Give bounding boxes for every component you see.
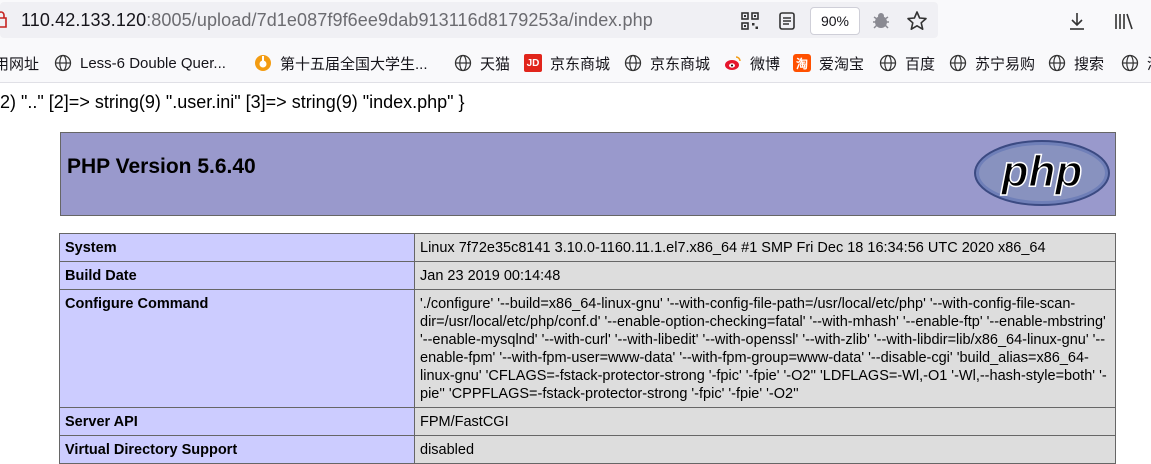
- globe-icon: [949, 54, 967, 72]
- bookmark-item[interactable]: 天猫: [454, 52, 510, 74]
- bookmark-item[interactable]: 百度: [879, 52, 935, 74]
- row-value: FPM/FastCGI: [414, 407, 1116, 436]
- toolbar: 110.42.133.120:8005/upload/7d1e087f9f6ee…: [0, 0, 1151, 42]
- bookmark-label: 微博: [750, 55, 781, 73]
- bookmark-label: 爱淘宝: [819, 55, 865, 73]
- table-row: System Linux 7f72e35c8141 3.10.0-1160.11…: [59, 233, 1116, 262]
- php-logo: php: [973, 139, 1111, 207]
- row-value: disabled: [414, 435, 1116, 464]
- table-row: Virtual Directory Support disabled: [59, 435, 1116, 464]
- url-host: 110.42.133.120: [21, 10, 147, 30]
- bookmarks-bar: 用网址 Less-6 Double Quer... 第十五届全国大学生... 天…: [0, 42, 1151, 83]
- bookmark-item[interactable]: 用网址: [0, 52, 39, 74]
- bug-icon[interactable]: [869, 9, 893, 33]
- bookmark-label: Less-6 Double Quer...: [80, 54, 226, 72]
- bookmark-label: 天猫: [480, 55, 511, 73]
- globe-icon: [1048, 54, 1066, 72]
- bookmark-item[interactable]: 搜索: [1048, 52, 1104, 74]
- row-key: Build Date: [59, 261, 415, 290]
- weibo-icon: [724, 54, 742, 72]
- bookmark-item[interactable]: 苏宁易购: [949, 52, 1035, 74]
- globe-icon: [454, 54, 472, 72]
- table-row: Configure Command './configure' '--build…: [59, 289, 1116, 408]
- zoom-level-button[interactable]: 90%: [810, 7, 860, 35]
- bookmark-label: 京东商城: [550, 55, 611, 73]
- globe-icon: [1121, 54, 1139, 72]
- globe-icon: [624, 54, 642, 72]
- row-key: Configure Command: [59, 289, 415, 408]
- page-title: PHP Version 5.6.40: [67, 155, 256, 178]
- taobao-icon: 淘: [793, 54, 811, 72]
- phpinfo-table: System Linux 7f72e35c8141 3.10.0-1160.11…: [59, 233, 1116, 464]
- row-key: Server API: [59, 407, 415, 436]
- globe-icon: [879, 54, 897, 72]
- row-key: System: [59, 233, 415, 262]
- table-row: Server API FPM/FastCGI: [59, 407, 1116, 436]
- orange-logo-icon: [254, 54, 272, 72]
- star-icon[interactable]: [905, 9, 929, 33]
- globe-icon: [54, 54, 72, 72]
- bookmark-item[interactable]: 淘 爱淘宝: [793, 52, 864, 74]
- bookmark-item[interactable]: 微博: [724, 52, 780, 74]
- row-key: Virtual Directory Support: [59, 435, 415, 464]
- bookmark-item[interactable]: 京东商城: [624, 52, 710, 74]
- bookmark-label: 苏宁易购: [975, 55, 1036, 73]
- row-value: Linux 7f72e35c8141 3.10.0-1160.11.1.el7.…: [414, 233, 1116, 262]
- bookmark-label: 搜索: [1074, 55, 1105, 73]
- library-icon[interactable]: [1112, 9, 1136, 33]
- bookmark-item[interactable]: JD 京东商城: [524, 52, 610, 74]
- url-text[interactable]: 110.42.133.120:8005/upload/7d1e087f9f6ee…: [21, 10, 653, 31]
- bookmark-label: 百度: [905, 55, 936, 73]
- download-icon[interactable]: [1065, 9, 1089, 33]
- phpinfo-header: PHP Version 5.6.40 php: [60, 132, 1116, 216]
- table-row: Build Date Jan 23 2019 00:14:48: [59, 261, 1116, 290]
- bookmark-label: 淘: [1147, 53, 1151, 74]
- bookmark-label: 第十五届全国大学生...: [280, 55, 428, 73]
- qr-code-icon[interactable]: [738, 9, 762, 33]
- bookmark-item[interactable]: 第十五届全国大学生...: [254, 52, 428, 74]
- insecure-lock-icon[interactable]: [0, 9, 10, 31]
- row-value: Jan 23 2019 00:14:48: [414, 261, 1116, 290]
- bookmark-label: 京东商城: [650, 55, 711, 73]
- bookmark-item[interactable]: Less-6 Double Quer...: [54, 52, 226, 74]
- bookmark-item[interactable]: 淘: [1121, 52, 1151, 74]
- row-value: './configure' '--build=x86_64-linux-gnu'…: [414, 289, 1116, 408]
- php-logo-text: php: [1001, 147, 1083, 196]
- jd-logo-icon: JD: [524, 54, 542, 72]
- reader-view-icon[interactable]: [775, 9, 799, 33]
- bookmark-label: 用网址: [0, 55, 40, 73]
- var-dump-output: 2) ".." [2]=> string(9) ".user.ini" [3]=…: [0, 92, 465, 112]
- url-path: :8005/upload/7d1e087f9f6ee9dab913116d817…: [146, 10, 653, 30]
